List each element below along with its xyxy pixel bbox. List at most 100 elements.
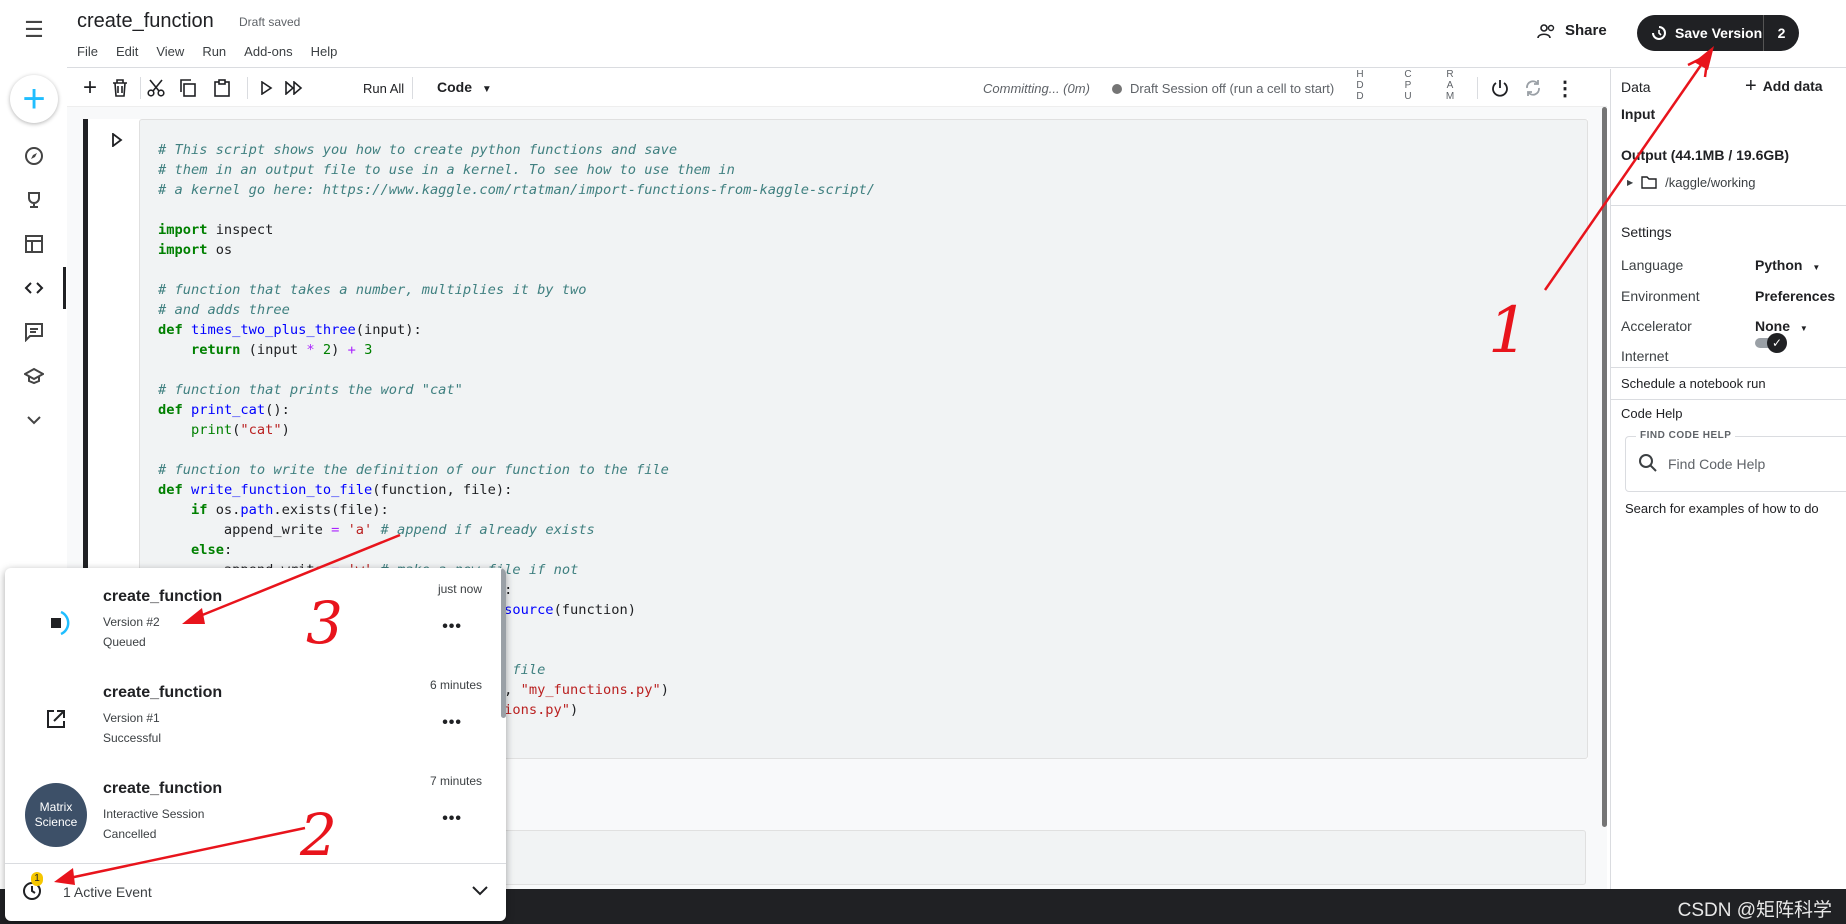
draft-status: Draft saved (239, 15, 301, 29)
session-status-text: Draft Session off (run a cell to start) (1130, 81, 1335, 96)
discussions-icon[interactable] (14, 312, 54, 352)
caret-down-icon: ▼ (1812, 263, 1821, 272)
copy-icon[interactable] (175, 75, 201, 101)
find-code-help-field[interactable]: Find Code Help (1625, 436, 1846, 492)
accelerator-label: Accelerator (1621, 318, 1692, 334)
event-time: 6 minutes (429, 678, 482, 692)
menu-run[interactable]: Run (202, 44, 226, 59)
accelerator-value: None (1755, 318, 1790, 334)
chevron-down-icon[interactable] (471, 884, 489, 902)
divider (1611, 205, 1846, 206)
event-subtitle: Interactive Session (103, 807, 205, 821)
explore-compass-icon[interactable] (14, 136, 54, 176)
event-item[interactable]: create_function Version #2 Queued just no… (5, 568, 500, 664)
code-icon[interactable] (14, 268, 54, 308)
cell-type-select[interactable]: Code ▼ (437, 79, 492, 95)
output-section[interactable]: Output (44.1MB / 19.6GB) (1621, 147, 1789, 163)
power-icon[interactable] (1487, 75, 1513, 101)
active-events-label: 1 Active Event (63, 884, 152, 900)
run-cell-play-icon[interactable] (253, 75, 279, 101)
internet-label: Internet (1621, 348, 1669, 364)
find-code-help-placeholder: Find Code Help (1668, 456, 1766, 472)
schedule-run-link[interactable]: Schedule a notebook run (1621, 376, 1766, 391)
cut-scissors-icon[interactable] (143, 75, 169, 101)
queued-icon (25, 592, 87, 654)
internet-toggle[interactable]: ✓ (1755, 333, 1787, 353)
event-subtitle: Version #2 (103, 615, 160, 629)
share-label: Share (1565, 22, 1607, 39)
hdd-meter[interactable]: H D D (1355, 69, 1365, 102)
events-footer[interactable]: 1 1 Active Event (5, 863, 506, 921)
cpu-meter[interactable]: C P U (1403, 69, 1413, 102)
share-button[interactable]: Share (1537, 22, 1607, 39)
add-data-button[interactable]: + Add data (1745, 76, 1823, 96)
menu-edit[interactable]: Edit (116, 44, 138, 59)
caret-down-icon: ▼ (481, 84, 492, 95)
events-popup: create_function Version #2 Queued just no… (5, 568, 506, 921)
add-data-label: Add data (1762, 78, 1823, 94)
expand-arrow-icon: ▶ (1627, 178, 1634, 187)
environment-preferences[interactable]: Preferences (1755, 288, 1835, 304)
code-help-label: Code Help (1621, 406, 1683, 421)
more-horizontal-icon[interactable]: ••• (442, 714, 462, 732)
more-horizontal-icon[interactable]: ••• (442, 618, 462, 636)
avatar-text: Matrix Science (25, 783, 87, 847)
event-title: create_function (103, 684, 223, 701)
divider (1611, 367, 1846, 368)
menu-help[interactable]: Help (311, 44, 338, 59)
run-cell-icon[interactable] (111, 132, 123, 150)
people-icon (1537, 23, 1555, 38)
competitions-trophy-icon[interactable] (14, 180, 54, 220)
run-all-button[interactable]: Run All (363, 81, 404, 96)
events-scrollbar[interactable] (501, 568, 506, 718)
session-status[interactable]: Draft Session off (run a cell to start) (1112, 81, 1334, 96)
notebook-scrollbar[interactable] (1602, 107, 1607, 827)
event-title: create_function (103, 588, 223, 605)
event-item[interactable]: Matrix Science create_function Interacti… (5, 760, 500, 856)
cell-type-value: Code (437, 79, 472, 95)
find-code-help-label: FIND CODE HELP (1636, 430, 1736, 441)
avatar: Matrix Science (25, 783, 87, 847)
event-item[interactable]: create_function Version #1 Successful 6 m… (5, 664, 500, 760)
more-chevron-down-icon[interactable] (14, 400, 54, 440)
hamburger-menu-icon[interactable]: ☰ (14, 10, 54, 50)
search-examples-text: Search for examples of how to do (1625, 501, 1819, 516)
paste-clipboard-icon[interactable] (209, 75, 235, 101)
event-count-badge: 1 (31, 872, 43, 886)
folder-icon (1641, 176, 1657, 189)
menu-file[interactable]: File (77, 44, 98, 59)
add-cell-plus-icon[interactable]: + (77, 74, 103, 101)
datasets-table-icon[interactable] (14, 224, 54, 264)
learn-graduation-icon[interactable] (14, 356, 54, 396)
input-section[interactable]: Input (1621, 106, 1655, 122)
event-detail: Version #1 Successful (103, 708, 161, 748)
output-folder-item[interactable]: ▶ /kaggle/working (1627, 175, 1755, 190)
ram-meter[interactable]: R A M (1445, 69, 1455, 102)
menu-view[interactable]: View (156, 44, 184, 59)
save-version-button[interactable]: Save Version 2 (1637, 15, 1799, 51)
event-subtitle: Version #1 (103, 711, 160, 725)
menu-add-ons[interactable]: Add-ons (244, 44, 292, 59)
restart-icon[interactable] (1520, 75, 1546, 101)
run-all-fast-forward-icon[interactable] (281, 75, 307, 101)
notebook-toolbar: + Run All Code ▼ Committing... (0m) Draf… (67, 69, 1607, 107)
event-title: create_function (103, 780, 223, 797)
environment-label: Environment (1621, 288, 1700, 304)
right-panel: Data + Add data Input Output (44.1MB / 19… (1610, 69, 1846, 889)
event-time: 7 minutes (429, 774, 482, 788)
event-status: Cancelled (103, 827, 157, 841)
active-indicator (63, 267, 66, 309)
plus-icon: + (1745, 75, 1757, 97)
create-new-button[interactable]: + (10, 75, 58, 123)
delete-trash-icon[interactable] (107, 75, 133, 101)
menu-bar: File Edit View Run Add-ons Help (77, 44, 337, 59)
version-count[interactable]: 2 (1763, 15, 1799, 51)
more-options-icon[interactable]: ⋮ (1555, 75, 1575, 101)
accelerator-select[interactable]: None ▼ (1755, 318, 1808, 334)
more-horizontal-icon[interactable]: ••• (442, 810, 462, 828)
output-folder-path: /kaggle/working (1665, 175, 1756, 190)
committing-status: Committing... (0m) (983, 81, 1090, 96)
language-select[interactable]: Python ▼ (1755, 257, 1820, 273)
event-detail: Version #2 Queued (103, 612, 160, 652)
notebook-title[interactable]: create_function (77, 10, 214, 33)
